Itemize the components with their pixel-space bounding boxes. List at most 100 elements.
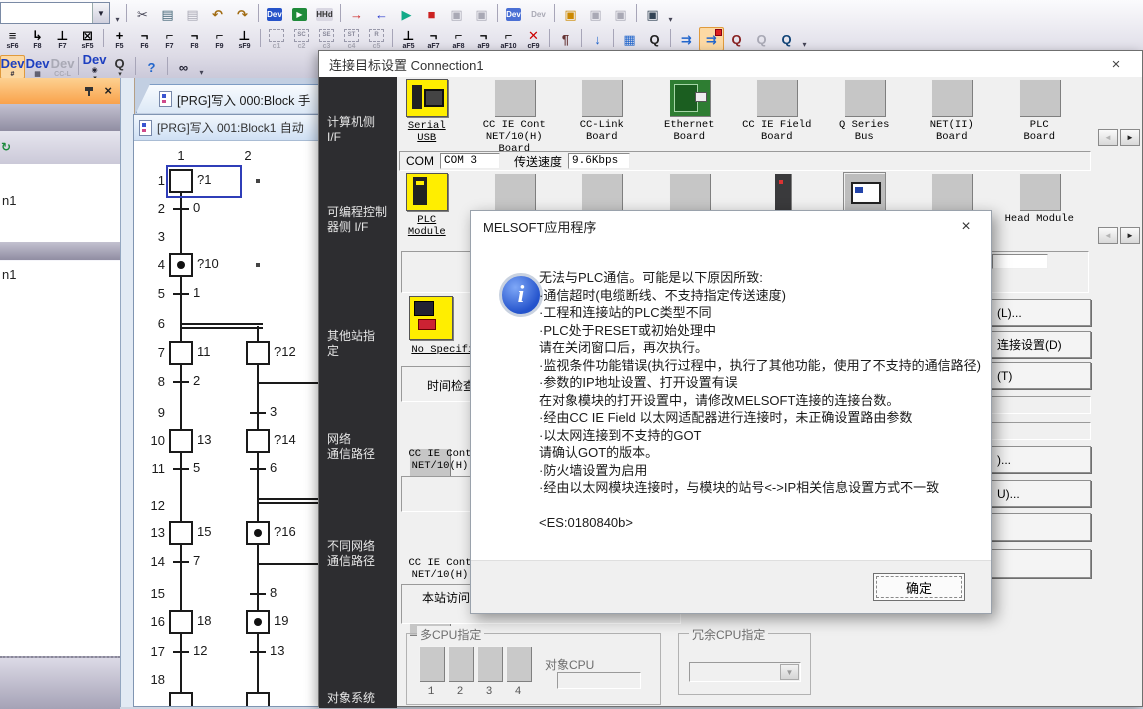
- cpu-button-3[interactable]: [477, 646, 502, 681]
- error-dialog-titlebar[interactable]: MELSOFT应用程序: [471, 211, 991, 241]
- close-icon[interactable]: ×: [953, 217, 979, 237]
- note-button-icon[interactable]: ▣: [583, 2, 608, 26]
- pc-if-item[interactable]: NET(II) Board: [908, 79, 996, 155]
- device-display-button-icon[interactable]: Dev#: [0, 55, 25, 79]
- pc-if-item[interactable]: Serial USB: [383, 79, 471, 155]
- transmission-speed-field[interactable]: 9.6Kbps: [568, 153, 630, 169]
- pc-if-icon[interactable]: [931, 79, 972, 116]
- cpu-button-1[interactable]: [419, 646, 444, 681]
- sfc-transition[interactable]: [173, 381, 189, 383]
- toolbar-overflow-icon[interactable]: ▾: [196, 55, 207, 79]
- copy-button-icon[interactable]: ▤: [155, 2, 180, 26]
- sfc-par-div-f8-icon[interactable]: ¬F8: [182, 27, 207, 51]
- sfc-step[interactable]: [169, 610, 193, 634]
- sfc-transition-f5-icon[interactable]: +F5: [107, 27, 132, 51]
- monitor-mode-button-icon[interactable]: ▶: [287, 2, 312, 26]
- cpu-button-2[interactable]: [448, 646, 473, 681]
- zoom-history-button-icon[interactable]: Q: [774, 27, 799, 51]
- chevron-down-icon[interactable]: ▼: [92, 3, 109, 23]
- sfc-window-titlebar[interactable]: [PRG]写入 001:Block1 自动: [134, 115, 344, 141]
- redo-button-icon[interactable]: ↷: [230, 2, 255, 26]
- sfc-step[interactable]: [169, 692, 193, 706]
- sfc-step[interactable]: [169, 253, 193, 277]
- sfc-transition[interactable]: [250, 651, 266, 653]
- monitor-stop-button-icon[interactable]: ■: [419, 2, 444, 26]
- plc-if-icon[interactable]: [1019, 173, 1060, 210]
- pc-if-icon[interactable]: [669, 79, 710, 116]
- sfc-jump-f8-icon[interactable]: ↳F8: [25, 27, 50, 51]
- pc-if-icon[interactable]: [406, 79, 448, 117]
- help-button-icon[interactable]: ?: [139, 55, 164, 79]
- read-from-plc-button-icon[interactable]: ←: [369, 2, 394, 26]
- sfc-transition[interactable]: [173, 468, 189, 470]
- sfc-transition[interactable]: [250, 593, 266, 595]
- pc-if-item[interactable]: CC IE Field Board: [733, 79, 821, 155]
- device-comment-button-icon[interactable]: Dev: [501, 2, 526, 26]
- sfc-step[interactable]: [169, 429, 193, 453]
- block-search-button-icon[interactable]: Q: [642, 27, 667, 51]
- sfc-transition[interactable]: [250, 412, 266, 414]
- plc-if-icon[interactable]: [844, 173, 885, 210]
- plc-if-item[interactable]: PLC Module: [383, 173, 471, 238]
- block-list-button-icon[interactable]: ▦: [617, 27, 642, 51]
- sfc-step[interactable]: [246, 521, 270, 545]
- sfc-diagram-canvas[interactable]: 12123456789101112131415161718?1?1011?121…: [135, 142, 344, 706]
- pc-if-icon[interactable]: [1019, 79, 1060, 116]
- sfc-step[interactable]: [169, 341, 193, 365]
- sfc-step[interactable]: [246, 341, 270, 365]
- plc-if-icon[interactable]: [494, 173, 535, 210]
- statement-button-icon[interactable]: ▣: [558, 2, 583, 26]
- sfc-step[interactable]: [246, 610, 270, 634]
- sfc-se-c3-icon[interactable]: SEc3: [314, 27, 339, 51]
- monitor-aux1-button-icon[interactable]: ▣: [444, 2, 469, 26]
- scroll-right-icon[interactable]: ►: [1120, 227, 1140, 244]
- plc-if-icon[interactable]: [669, 173, 710, 210]
- sfc-r-c5-icon[interactable]: Rc5: [364, 27, 389, 51]
- sfc-sel-conv-f7-icon[interactable]: ⌐F7: [157, 27, 182, 51]
- cpu-button-4[interactable]: [506, 646, 531, 681]
- monitor-aux2-button-icon[interactable]: ▣: [469, 2, 494, 26]
- zoom-in-button-icon[interactable]: Q: [724, 27, 749, 51]
- hhd-button-icon[interactable]: HHd: [312, 2, 337, 26]
- sfc-transition[interactable]: [173, 651, 189, 653]
- pc-if-icon[interactable]: [844, 79, 885, 116]
- plc-if-icon[interactable]: [406, 173, 448, 211]
- sfc-par-conv-f9-icon[interactable]: ⌐F9: [207, 27, 232, 51]
- sfc-dummy-sf5-icon[interactable]: ⊠sF5: [75, 27, 100, 51]
- sfc-vline-sf9-icon[interactable]: ⊥sF9: [232, 27, 257, 51]
- dock-list-item[interactable]: n1: [0, 264, 120, 290]
- pc-if-icon[interactable]: [756, 79, 797, 116]
- connection-dialog-titlebar[interactable]: 连接目标设置 Connection1: [319, 51, 1142, 77]
- pc-if-item[interactable]: Q Series Bus: [821, 79, 909, 155]
- paste-button-icon[interactable]: ▤: [180, 2, 205, 26]
- sfc-end-f7-icon[interactable]: ⊥F7: [50, 27, 75, 51]
- sfc-arrow-af8-icon[interactable]: ⌐aF8: [446, 27, 471, 51]
- sfc-step[interactable]: [246, 429, 270, 453]
- pc-if-item[interactable]: Ethernet Board: [646, 79, 734, 155]
- pc-if-item[interactable]: CC-Link Board: [558, 79, 646, 155]
- undo-button-icon[interactable]: ↶: [205, 2, 230, 26]
- sort-button-icon[interactable]: ↓: [585, 27, 610, 51]
- pc-if-item[interactable]: CC IE Cont NET/10(H) Board: [471, 79, 559, 155]
- sfc-delete-cf9-icon[interactable]: ✕cF9: [521, 27, 546, 51]
- sfc-sel-div-f6-icon[interactable]: ¬F6: [132, 27, 157, 51]
- pc-if-item[interactable]: PLC Board: [996, 79, 1084, 155]
- note2-button-icon[interactable]: ▣: [608, 2, 633, 26]
- pin-icon[interactable]: [84, 86, 94, 96]
- detail-field[interactable]: [992, 254, 1048, 269]
- sfc-step[interactable]: [169, 521, 193, 545]
- sfc-arrow-af7-icon[interactable]: ¬aF7: [421, 27, 446, 51]
- sfc-arrow-af5-icon[interactable]: ⊥aF5: [396, 27, 421, 51]
- sfc-sc-c2-icon[interactable]: SCc2: [289, 27, 314, 51]
- device-find-button-icon[interactable]: Q▾: [107, 55, 132, 79]
- refresh-icon[interactable]: ↻: [1, 140, 11, 154]
- sfc-transition[interactable]: [173, 293, 189, 295]
- find-binoculars-button-icon[interactable]: ∞: [171, 55, 196, 79]
- tab-block0-manual[interactable]: [PRG]写入 000:Block 手: [136, 84, 331, 113]
- device-comment2-button-icon[interactable]: Dev: [526, 2, 551, 26]
- device-watch-button-icon[interactable]: Dev◉▾: [82, 55, 107, 79]
- scroll-left-icon[interactable]: ◄: [1098, 129, 1118, 146]
- sfc-transition[interactable]: [173, 561, 189, 563]
- close-icon[interactable]: ×: [104, 86, 112, 96]
- tree-pin-button-icon[interactable]: ⇉: [699, 27, 724, 51]
